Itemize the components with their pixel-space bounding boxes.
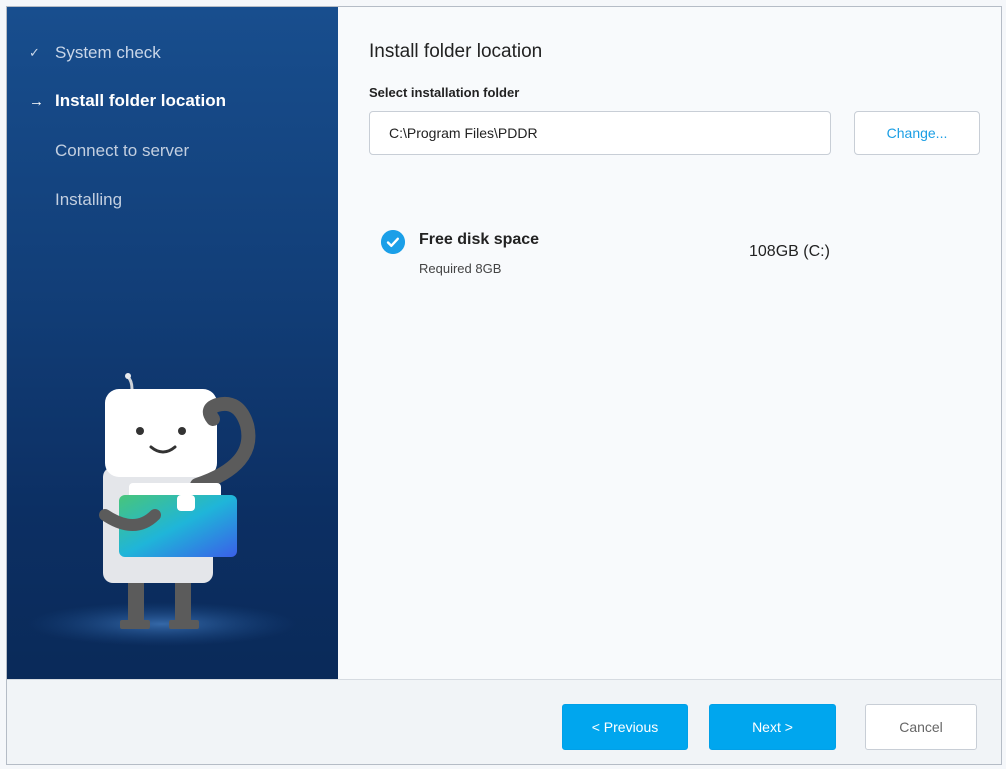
step-connect-to-server: · Connect to server xyxy=(29,141,189,161)
change-folder-button[interactable]: Change... xyxy=(854,111,980,155)
step-install-folder-location: → Install folder location xyxy=(29,91,226,111)
disk-space-value: 108GB (C:) xyxy=(749,243,830,260)
step-label: Install folder location xyxy=(55,91,226,110)
disk-space-required: Required 8GB xyxy=(419,261,502,276)
next-button[interactable]: Next > xyxy=(709,704,836,750)
steps-sidebar: ✓ System check → Install folder location… xyxy=(7,7,338,679)
folder-label: Select installation folder xyxy=(369,85,520,100)
step-installing: · Installing xyxy=(29,190,122,210)
check-circle-icon xyxy=(381,230,405,254)
install-folder-input[interactable] xyxy=(369,111,831,155)
footer-bar: < Previous Next > Cancel xyxy=(7,679,1001,764)
robot-mascot-illustration xyxy=(27,373,297,646)
cancel-button[interactable]: Cancel xyxy=(865,704,977,750)
step-system-check: ✓ System check xyxy=(29,43,161,63)
previous-button[interactable]: < Previous xyxy=(562,704,688,750)
step-label: Installing xyxy=(55,190,123,209)
step-label: System check xyxy=(55,43,161,62)
step-label: Connect to server xyxy=(55,141,190,160)
page-title: Install folder location xyxy=(369,41,543,62)
disk-space-title: Free disk space xyxy=(419,231,540,248)
checkmark-icon: ✓ xyxy=(29,45,40,60)
installer-window: ✓ System check → Install folder location… xyxy=(6,6,1002,765)
main-panel: Install folder location Select installat… xyxy=(338,7,1001,679)
arrow-right-icon: → xyxy=(29,92,44,110)
